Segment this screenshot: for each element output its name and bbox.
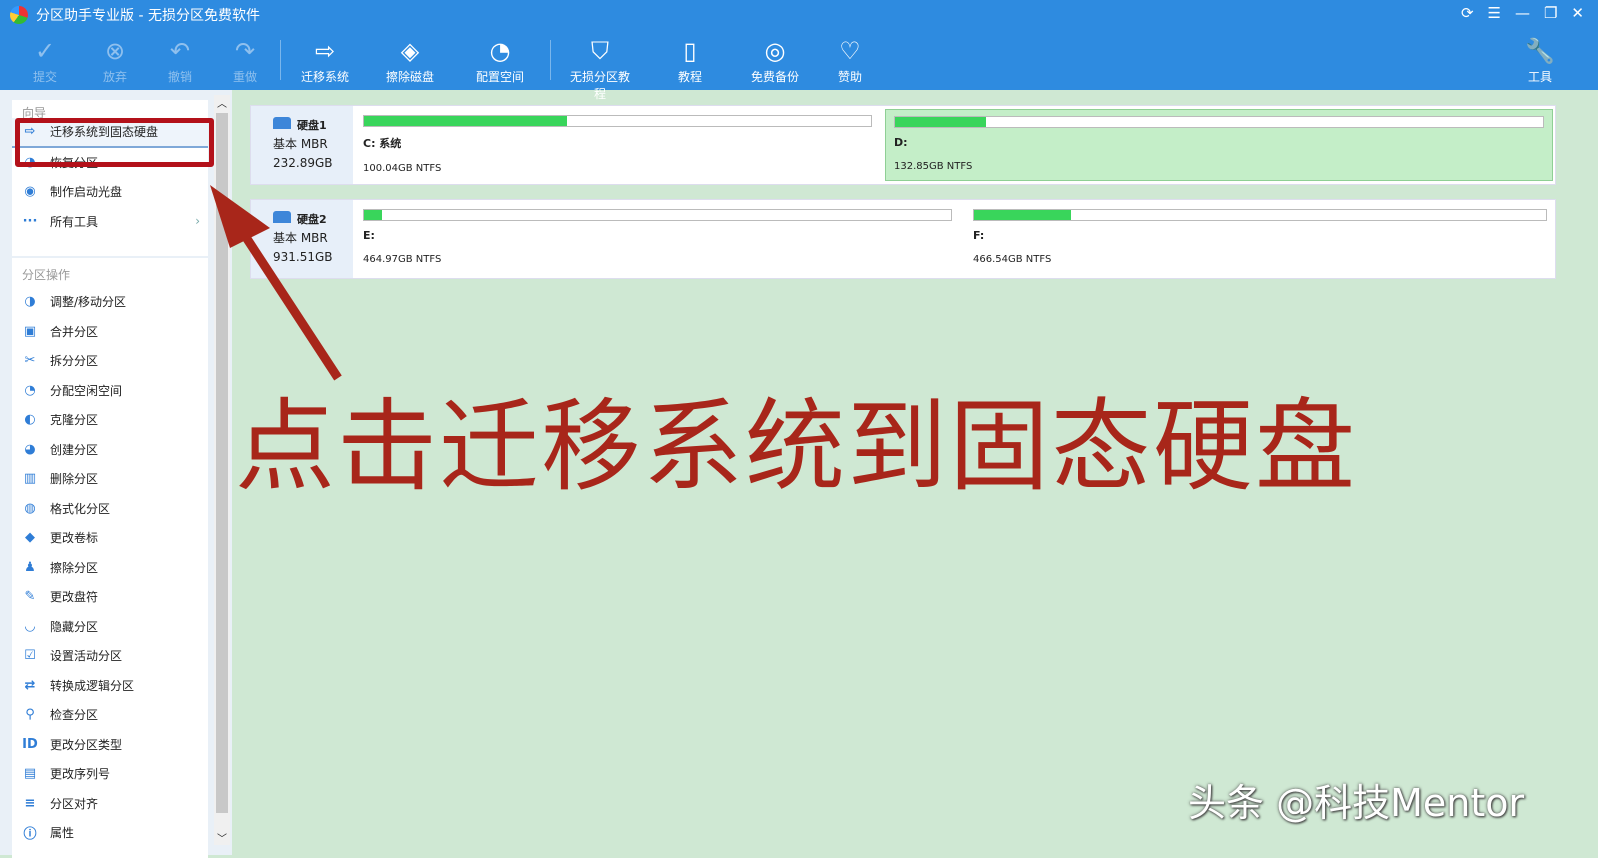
- annotation-text: 点击迁移系统到固态硬盘: [235, 388, 1357, 505]
- watermark: 头条 @科技Mentor: [1188, 781, 1525, 825]
